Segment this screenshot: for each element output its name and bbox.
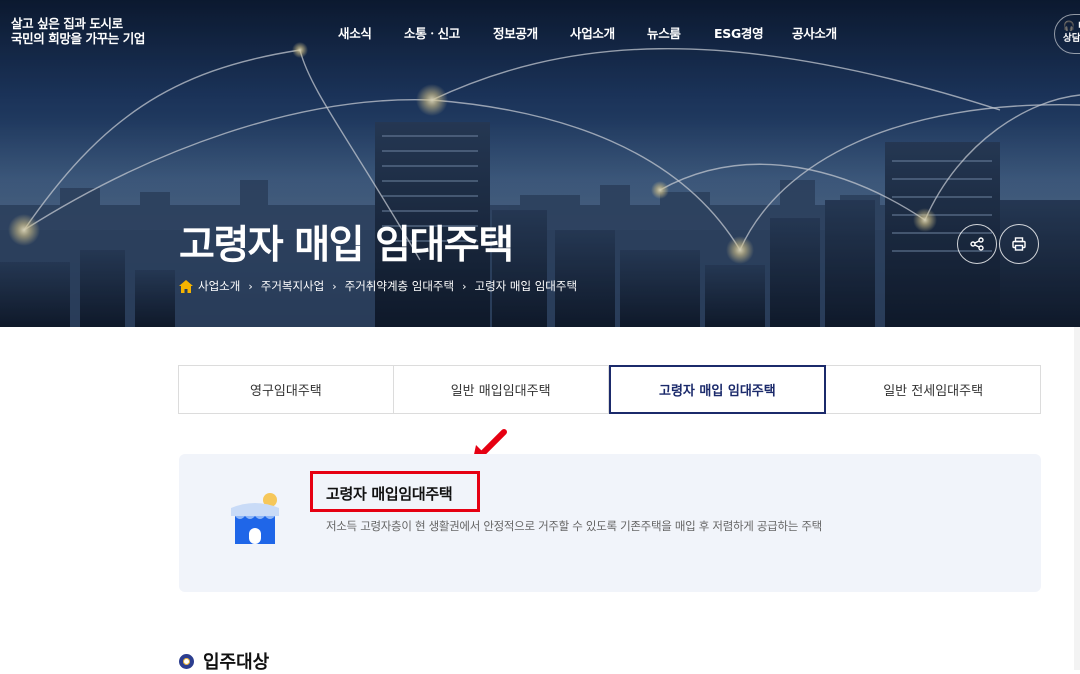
print-button[interactable]	[999, 224, 1039, 264]
chevron-right-icon: ›	[332, 279, 337, 293]
house-icon	[231, 493, 279, 544]
share-button[interactable]	[957, 224, 997, 264]
breadcrumb: 사업소개 › 주거복지사업 › 주거취약계층 임대주택 › 고령자 매입 임대주…	[179, 278, 577, 294]
nav-item-news[interactable]: 새소식	[338, 23, 372, 42]
tab-elderly-purchase-rental[interactable]: 고령자 매입 임대주택	[608, 365, 827, 414]
main-navigation: 새소식 소통ㆍ신고 정보공개 사업소개 뉴스룸 ESG경영 공사소개	[0, 23, 1080, 41]
share-icon	[970, 237, 984, 251]
tab-permanent-rental[interactable]: 영구임대주택	[179, 366, 394, 413]
breadcrumb-item-welfare[interactable]: 주거복지사업	[261, 278, 324, 294]
hero-banner: 살고 싶은 집과 도시로 국민의 희망을 가꾸는 기업 새소식 소통ㆍ신고 정보…	[0, 0, 1080, 327]
info-title: 고령자 매입임대주택	[326, 485, 453, 503]
page-title: 고령자 매입 임대주택	[179, 223, 514, 268]
section-title: 입주대상	[203, 652, 270, 673]
bullet-circle-icon	[179, 653, 194, 669]
housing-summary-box: 고령자 매입임대주택 저소득 고령자층이 현 생활권에서 안정적으로 거주할 수…	[179, 454, 1041, 592]
page-scrollbar[interactable]	[1074, 327, 1080, 670]
consult-label-1: 🎧 내	[1063, 21, 1080, 32]
nav-item-about[interactable]: 공사소개	[792, 23, 837, 42]
housing-type-tabs: 영구임대주택 일반 매입임대주택 고령자 매입 임대주택 일반 전세임대주택	[178, 365, 1041, 414]
consult-label-2: 상담	[1063, 33, 1080, 44]
breadcrumb-item-business[interactable]: 사업소개	[198, 278, 240, 294]
tab-general-jeonse-rental[interactable]: 일반 전세임대주택	[826, 366, 1040, 413]
nav-item-disclosure[interactable]: 정보공개	[493, 23, 538, 42]
nav-item-communication[interactable]: 소통ㆍ신고	[404, 23, 460, 42]
section-heading-eligibility: 입주대상	[179, 648, 269, 674]
chevron-right-icon: ›	[462, 279, 467, 293]
breadcrumb-item-current: 고령자 매입 임대주택	[474, 279, 578, 293]
home-icon[interactable]	[179, 279, 193, 293]
nav-item-newsroom[interactable]: 뉴스룸	[647, 23, 681, 42]
chevron-right-icon: ›	[248, 279, 253, 293]
nav-item-esg[interactable]: ESG경영	[714, 23, 764, 42]
print-icon	[1012, 237, 1026, 251]
info-description: 저소득 고령자층이 현 생활권에서 안정적으로 거주할 수 있도록 기존주택을 …	[326, 519, 822, 533]
nav-item-business[interactable]: 사업소개	[570, 23, 615, 42]
breadcrumb-item-vulnerable[interactable]: 주거취약계층 임대주택	[345, 278, 454, 294]
tab-general-purchase-rental[interactable]: 일반 매입임대주택	[393, 366, 609, 413]
